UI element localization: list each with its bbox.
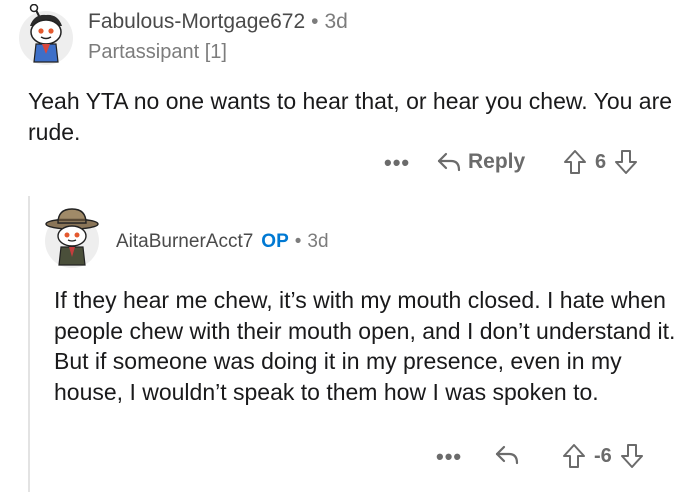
more-options-button[interactable]: ••• xyxy=(436,444,462,470)
upvote-arrow-icon[interactable] xyxy=(562,442,586,470)
comment-timestamp[interactable]: 3d xyxy=(307,231,328,253)
comment-text: If they hear me chew, it’s with my mouth… xyxy=(54,287,676,405)
reply-button[interactable] xyxy=(494,444,520,466)
downvote-arrow-icon[interactable] xyxy=(620,442,644,470)
comment-body: If they hear me chew, it’s with my mouth… xyxy=(54,285,684,407)
vote-controls: -6 xyxy=(562,442,644,470)
comment-thread: Fabulous-Mortgage672 • 3d Partassipant [1]… xyxy=(0,0,700,492)
reply-button[interactable]: Reply xyxy=(436,150,525,174)
comment-action-bar: ••• -6 xyxy=(0,442,700,476)
downvote-arrow-icon[interactable] xyxy=(614,148,638,176)
separator-dot: • xyxy=(311,10,319,33)
upvote-arrow-icon[interactable] xyxy=(563,148,587,176)
vote-score: -6 xyxy=(594,444,612,467)
separator-dot: • xyxy=(294,231,302,252)
comment-timestamp[interactable]: 3d xyxy=(325,10,348,33)
comment-text: Yeah YTA no one wants to hear that, or h… xyxy=(28,88,673,145)
vote-controls: 6 xyxy=(563,148,638,176)
username-link[interactable]: Fabulous-Mortgage672 xyxy=(88,10,305,33)
comment-action-bar: ••• Reply 6 xyxy=(0,148,700,182)
user-avatar[interactable] xyxy=(44,203,100,269)
reply-arrow-icon xyxy=(494,444,520,466)
vote-score: 6 xyxy=(595,150,607,173)
username-link[interactable]: AitaBurnerAcct7 xyxy=(116,231,253,253)
comment-author-line: AitaBurnerAcct7 OP • 3d xyxy=(116,231,329,253)
comment-body: Yeah YTA no one wants to hear that, or h… xyxy=(28,86,688,148)
comment-author-line: Fabulous-Mortgage672 • 3d xyxy=(88,10,348,34)
op-badge: OP xyxy=(261,231,289,252)
reply-arrow-icon xyxy=(436,151,462,173)
user-avatar[interactable] xyxy=(18,3,74,66)
reply-label: Reply xyxy=(468,150,526,173)
user-flair: Partassipant [1] xyxy=(88,41,227,63)
more-options-button[interactable]: ••• xyxy=(384,150,410,176)
